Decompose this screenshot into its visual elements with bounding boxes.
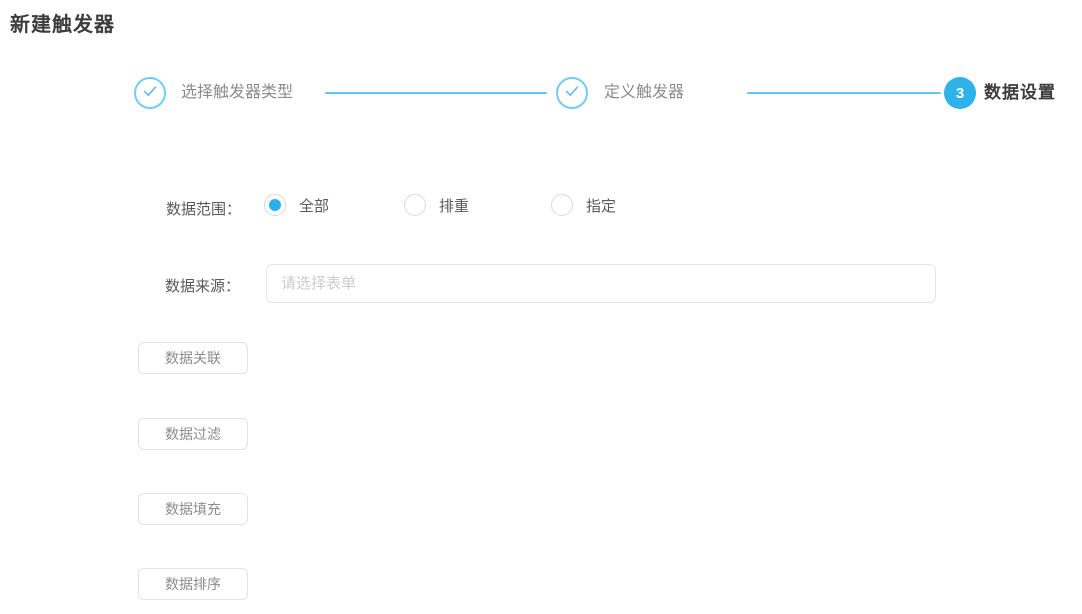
page-title: 新建触发器 <box>10 8 115 37</box>
data-source-input[interactable] <box>266 264 936 303</box>
radio-selected-icon[interactable] <box>264 194 286 216</box>
step2-completed-circle <box>556 77 588 109</box>
data-association-button[interactable]: 数据关联 <box>138 342 248 374</box>
radio-unselected-icon[interactable] <box>404 194 426 216</box>
radio-option-all[interactable]: 全部 <box>264 194 329 216</box>
data-sort-button[interactable]: 数据排序 <box>138 568 248 600</box>
radio-option-dedupe-label: 排重 <box>439 195 469 216</box>
radio-option-specified[interactable]: 指定 <box>551 194 616 216</box>
radio-option-dedupe[interactable]: 排重 <box>404 194 469 216</box>
data-source-label: 数据来源： <box>165 275 240 296</box>
step-connector-line-2 <box>747 92 941 94</box>
data-fill-button[interactable]: 数据填充 <box>138 493 248 525</box>
step-connector-line-1 <box>325 92 547 94</box>
radio-dot <box>269 199 281 211</box>
check-icon <box>562 81 582 106</box>
radio-unselected-icon[interactable] <box>551 194 573 216</box>
data-filter-button[interactable]: 数据过滤 <box>138 418 248 450</box>
radio-option-specified-label: 指定 <box>586 195 616 216</box>
step1-completed-circle <box>134 77 166 109</box>
step3-label: 数据设置 <box>984 77 1056 109</box>
check-icon <box>140 81 160 106</box>
step1-label: 选择触发器类型 <box>181 77 293 109</box>
radio-option-all-label: 全部 <box>299 195 329 216</box>
data-range-label: 数据范围： <box>166 198 241 219</box>
step3-number: 3 <box>956 85 964 102</box>
step2-label: 定义触发器 <box>604 77 684 109</box>
step3-active-circle: 3 <box>944 77 976 109</box>
